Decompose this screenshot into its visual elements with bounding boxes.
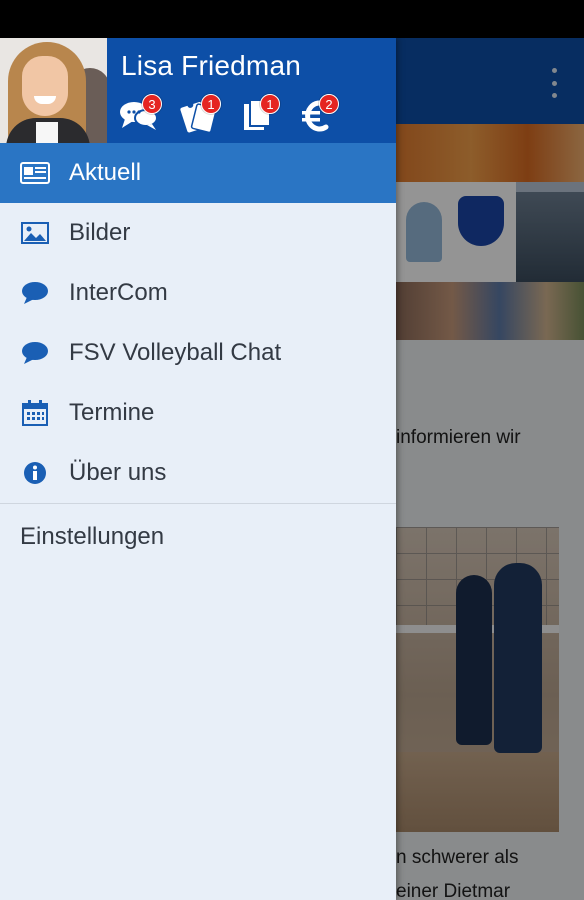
quick-action-bar: 3 1 1 2 xyxy=(118,94,339,136)
settings-link[interactable]: Einstellungen xyxy=(20,523,164,551)
menu-item-aktuell[interactable]: Aktuell xyxy=(0,143,396,203)
chat-bubble-icon xyxy=(20,280,50,306)
menu-item-fsv-volleyball-chat[interactable]: FSV Volleyball Chat xyxy=(0,323,396,383)
unread-badge: 1 xyxy=(260,94,280,114)
user-name: Lisa Friedman xyxy=(121,50,302,81)
unread-badge: 3 xyxy=(142,94,162,114)
drawer-menu: Aktuell Bilder InterCom FSV Volleyball C… xyxy=(0,143,396,503)
tickets-button[interactable]: 1 xyxy=(177,94,221,136)
menu-item-label: Bilder xyxy=(69,219,131,246)
navigation-drawer: Lisa Friedman 3 1 1 2 Aktuell Bilder Int… xyxy=(0,38,396,900)
status-bar xyxy=(0,0,584,38)
calendar-icon xyxy=(20,400,50,426)
info-icon xyxy=(20,460,50,486)
payments-button[interactable]: 2 xyxy=(295,94,339,136)
menu-item-bilder[interactable]: Bilder xyxy=(0,203,396,263)
menu-item-label: Über uns xyxy=(69,459,167,486)
menu-item-termine[interactable]: Termine xyxy=(0,383,396,443)
menu-item-label: Termine xyxy=(69,399,155,426)
menu-item-label: InterCom xyxy=(69,279,168,306)
avatar[interactable] xyxy=(0,38,107,143)
messages-button[interactable]: 3 xyxy=(118,94,162,136)
drawer-header: Lisa Friedman 3 1 1 2 xyxy=(0,38,396,143)
image-icon xyxy=(20,220,50,246)
menu-item-ueber-uns[interactable]: Über uns xyxy=(0,443,396,503)
unread-badge: 1 xyxy=(201,94,221,114)
menu-item-label: FSV Volleyball Chat xyxy=(69,339,282,366)
menu-divider xyxy=(0,503,396,504)
chat-bubble-icon xyxy=(20,340,50,366)
unread-badge: 2 xyxy=(319,94,339,114)
menu-item-intercom[interactable]: InterCom xyxy=(0,263,396,323)
menu-item-label: Aktuell xyxy=(69,159,142,186)
documents-button[interactable]: 1 xyxy=(236,94,280,136)
newspaper-icon xyxy=(20,160,50,186)
